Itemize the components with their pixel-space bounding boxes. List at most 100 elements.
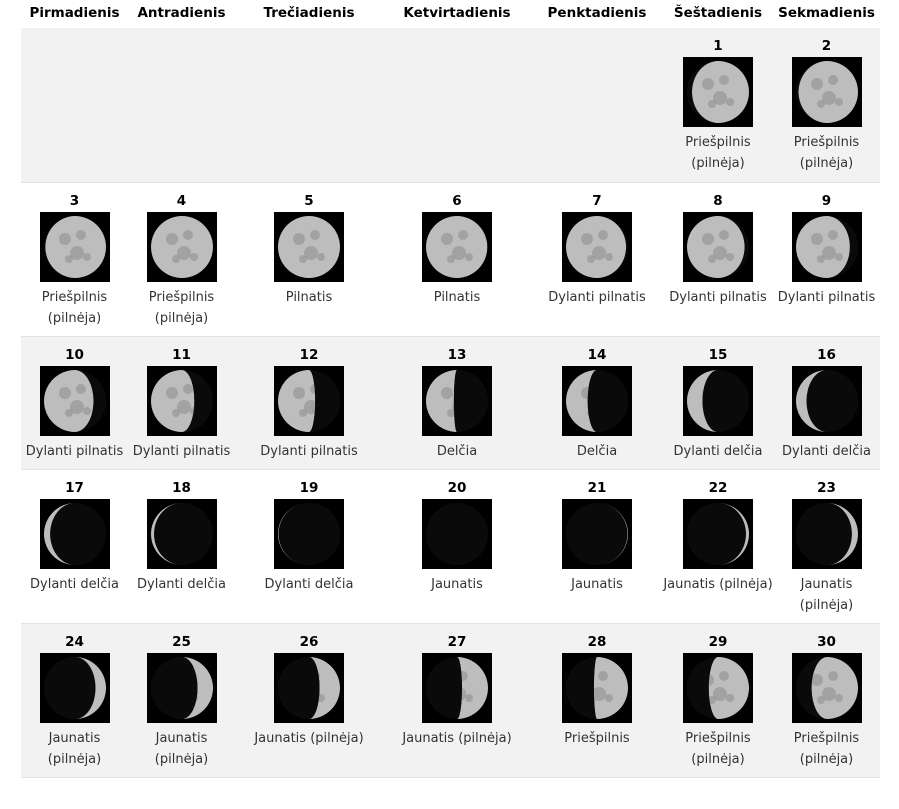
moon-phase-icon [791, 499, 862, 569]
moon-phase-icon [562, 499, 632, 569]
moon-phase-label: Jaunatis (pilnėja) [799, 577, 854, 613]
day-number: 25 [172, 634, 191, 650]
day-cell: 6 Pilnatis [383, 183, 531, 336]
moon-phase-icon [562, 653, 632, 723]
day-cell: 7 Dylanti pilnatis [531, 183, 663, 336]
moon-phase-label: Dylanti pilnatis [25, 444, 124, 459]
weekday-header: Pirmadienis Antradienis Trečiadienis Ket… [21, 0, 880, 28]
day-number: 3 [69, 193, 80, 209]
moon-phase-label: Dylanti delčia [782, 444, 871, 459]
moon-phase-label: Dylanti pilnatis [548, 290, 646, 305]
day-number: 8 [713, 193, 723, 209]
moon-phase-icon [683, 653, 753, 723]
moon-phase-icon [274, 212, 344, 282]
moon-phase-label: Dylanti delčia [30, 577, 119, 592]
day-cell: 5 Pilnatis [235, 183, 383, 336]
moon-phase-label: Priešpilnis (pilnėja) [685, 731, 751, 767]
moon-phase-label: Dylanti delčia [264, 577, 354, 592]
day-number: 29 [708, 634, 728, 650]
day-cell: 23 Jaunatis (pilnėja) [773, 470, 880, 623]
day-number: 23 [817, 480, 836, 496]
day-cell: 2 Priešpilnis (pilnėja) [773, 28, 880, 182]
moon-phase-icon [683, 366, 753, 436]
moon-phase-icon [683, 212, 753, 282]
day-number: 20 [447, 480, 467, 496]
moon-phase-icon [422, 366, 492, 436]
day-number: 7 [592, 193, 602, 209]
moon-phase-icon [791, 57, 862, 127]
day-number: 12 [299, 347, 319, 363]
day-cell: 19 Dylanti delčia [235, 470, 383, 623]
day-number: 24 [65, 634, 84, 650]
weekday-label: Šeštadienis [673, 5, 763, 21]
moon-phase-icon [683, 499, 753, 569]
calendar-week-row: 10 Dylanti pilnatis 11 Dylanti pilnatis 12 Dy… [21, 337, 880, 470]
weekday-label: Trečiadienis [263, 5, 355, 21]
day-cell: 4 Priešpilnis (pilnėja) [128, 183, 235, 336]
moon-phase-label: Jaunatis (pilnėja) [154, 731, 209, 767]
moon-phase-label: Dylanti pilnatis [132, 444, 231, 459]
day-number: 26 [299, 634, 319, 650]
moon-phase-label: Jaunatis (pilnėja) [663, 577, 773, 592]
weekday-label: Penktadienis [547, 5, 647, 21]
day-cell: 29 Priešpilnis (pilnėja) [663, 624, 773, 777]
moon-phase-label: Priešpilnis (pilnėja) [148, 290, 215, 326]
day-number: 5 [304, 193, 314, 209]
moon-phase-icon [146, 499, 217, 569]
moon-phase-icon [146, 212, 217, 282]
calendar-weeks: 1 Priešpilnis (pilnėja) 2 Priešpilnis (piln… [21, 28, 880, 778]
day-number: 15 [708, 347, 728, 363]
day-number: 6 [452, 193, 462, 209]
moon-phase-label: Pilnatis [285, 290, 333, 305]
day-cell: 14 Delčia [531, 337, 663, 469]
day-number: 9 [821, 193, 832, 209]
moon-phase-label: Delčia [576, 444, 618, 459]
day-number: 28 [587, 634, 607, 650]
moon-phase-label: Jaunatis (pilnėja) [47, 731, 102, 767]
moon-phase-label: Jaunatis (pilnėja) [254, 731, 364, 746]
day-cell: 11 Dylanti pilnatis [128, 337, 235, 469]
empty-day-cell [531, 28, 663, 182]
day-number: 16 [817, 347, 836, 363]
empty-day-cell [128, 28, 235, 182]
moon-phase-label: Dylanti pilnatis [669, 290, 767, 305]
day-cell: 9 Dylanti pilnatis [773, 183, 880, 336]
moon-phase-icon [39, 653, 110, 723]
moon-phase-label: Priešpilnis (pilnėja) [793, 135, 860, 171]
empty-day-cell [21, 28, 128, 182]
moon-phase-icon [791, 212, 862, 282]
weekday-label: Antradienis [137, 5, 226, 21]
day-cell: 27 Jaunatis (pilnėja) [383, 624, 531, 777]
day-cell: 1 Priešpilnis (pilnėja) [663, 28, 773, 182]
day-cell: 10 Dylanti pilnatis [21, 337, 128, 469]
moon-phase-icon [146, 366, 217, 436]
moon-phase-label: Priešpilnis (pilnėja) [41, 290, 108, 326]
day-cell: 30 Priešpilnis (pilnėja) [773, 624, 880, 777]
day-cell: 16 Dylanti delčia [773, 337, 880, 469]
moon-phase-label: Delčia [436, 444, 478, 459]
day-cell: 22 Jaunatis (pilnėja) [663, 470, 773, 623]
calendar-week-row: 1 Priešpilnis (pilnėja) 2 Priešpilnis (piln… [21, 28, 880, 183]
day-cell: 3 Priešpilnis (pilnėja) [21, 183, 128, 336]
moon-phase-icon [146, 653, 217, 723]
day-number: 1 [713, 38, 723, 54]
day-cell: 25 Jaunatis (pilnėja) [128, 624, 235, 777]
day-number: 22 [708, 480, 728, 496]
day-number: 18 [172, 480, 191, 496]
calendar-week-row: 17 Dylanti delčia 18 Dylanti delčia 19 Dylant… [21, 470, 880, 624]
calendar-week-row: 24 Jaunatis (pilnėja) 25 Jaunatis (pilnėja)… [21, 624, 880, 778]
moon-phase-icon [422, 212, 492, 282]
moon-phase-icon [39, 499, 110, 569]
day-number: 10 [65, 347, 84, 363]
moon-phase-icon [274, 653, 344, 723]
moon-phase-label: Pilnatis [433, 290, 481, 305]
day-number: 13 [447, 347, 467, 363]
day-cell: 18 Dylanti delčia [128, 470, 235, 623]
moon-phase-icon [791, 366, 862, 436]
weekday-label: Pirmadienis [29, 5, 120, 21]
day-cell: 20 Jaunatis [383, 470, 531, 623]
day-cell: 26 Jaunatis (pilnėja) [235, 624, 383, 777]
day-number: 14 [587, 347, 607, 363]
moon-phase-icon [274, 499, 344, 569]
moon-calendar: Pirmadienis Antradienis Trečiadienis Ket… [21, 0, 880, 778]
